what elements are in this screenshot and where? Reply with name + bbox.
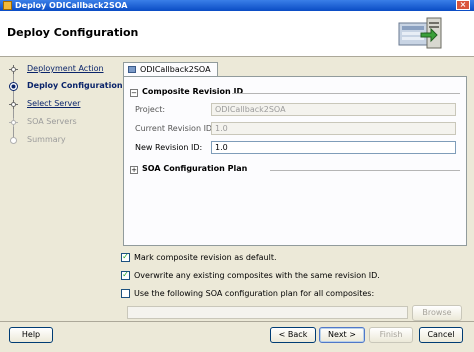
cancel-button[interactable]: Cancel [419,327,463,343]
window-title: Deploy ODICallback2SOA [15,1,128,10]
configuration-content: ODICallback2SOA − Composite Revision ID … [118,57,474,248]
nav-item-label: Select Server [27,99,81,108]
app-icon [3,1,12,10]
mark-default-checkbox[interactable]: ✓ [121,253,130,262]
page-title: Deploy Configuration [7,26,139,39]
new-revision-input[interactable]: 1.0 [211,141,456,154]
deploy-server-icon [398,17,442,49]
next-button[interactable]: Next > [319,327,365,343]
tab-label: ODICallback2SOA [140,65,211,74]
current-revision-field: 1.0 [211,122,456,135]
collapse-icon[interactable]: − [130,89,138,97]
wizard-steps-nav: Deployment Action Deploy Configuration S… [0,57,123,317]
overwrite-checkbox[interactable]: ✓ [121,271,130,280]
step-disabled-icon [10,137,17,144]
nav-item-label: SOA Servers [27,117,77,126]
deploy-wizard-window: Deploy ODICallback2SOA × Deploy Configur… [0,0,474,352]
project-field: ODICallback2SOA [211,103,456,116]
help-button[interactable]: Help [9,327,53,343]
nav-item-deploy-configuration[interactable]: Deploy Configuration [0,79,123,95]
wizard-header: Deploy Configuration [0,11,474,57]
step-pending-icon [9,100,18,109]
nav-item-summary: Summary [0,133,118,149]
section-divider [270,170,460,171]
back-button[interactable]: < Back [270,327,316,343]
tab-odicallback2soa[interactable]: ODICallback2SOA [123,62,218,76]
step-done-icon [9,65,18,74]
section-divider [232,93,460,94]
nav-item-label: Deploy Configuration [27,81,123,90]
finish-button: Finish [369,327,413,343]
footer-divider [0,321,474,322]
step-current-icon [9,82,18,91]
option-label: Use the following SOA configuration plan… [134,289,375,298]
new-revision-label: New Revision ID: [135,143,203,152]
close-window-button[interactable]: × [456,0,470,10]
option-label: Mark composite revision as default. [134,253,277,262]
section-title: SOA Configuration Plan [142,164,248,173]
current-revision-label: Current Revision ID: [135,124,215,133]
browse-button: Browse [412,305,462,321]
tab-panel: − Composite Revision ID Project: ODICall… [123,76,467,246]
title-bar: Deploy ODICallback2SOA × [0,0,474,11]
plan-path-input [127,306,408,319]
nav-item-soa-servers: SOA Servers [0,115,118,131]
nav-item-select-server[interactable]: Select Server [0,97,118,113]
option-label: Overwrite any existing composites with t… [134,271,380,280]
section-title: Composite Revision ID [142,87,244,96]
nav-item-label: Deployment Action [27,64,104,73]
step-disabled-icon [9,118,18,127]
expand-icon[interactable]: + [130,166,138,174]
composite-icon [128,66,136,73]
nav-item-label: Summary [27,135,66,144]
use-plan-checkbox[interactable] [121,289,130,298]
project-label: Project: [135,105,166,114]
nav-item-deployment-action[interactable]: Deployment Action [0,62,118,78]
